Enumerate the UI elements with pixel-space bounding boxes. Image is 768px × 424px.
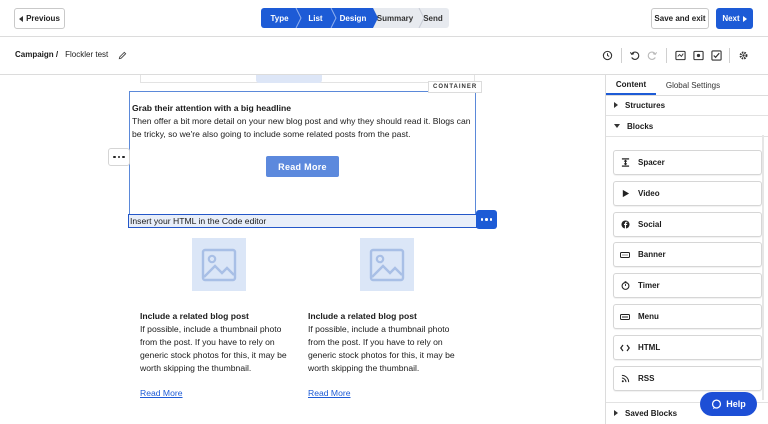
step-summary-label: Summary [376, 13, 414, 23]
block-menu[interactable]: Menu [613, 304, 762, 329]
tab-content[interactable]: Content [606, 75, 656, 95]
step-separator-icon [295, 8, 302, 28]
breadcrumb-root[interactable]: Campaign / [15, 50, 58, 59]
body-text[interactable]: Then offer a bit more detail on your new… [132, 115, 472, 141]
image-placeholder-icon[interactable] [360, 238, 414, 291]
image-placeholder-icon[interactable] [192, 238, 246, 291]
block-label: Banner [638, 250, 666, 259]
previous-button[interactable]: Previous [14, 8, 65, 29]
step-send-label: Send [423, 13, 443, 23]
html-block-options-button[interactable] [476, 210, 497, 229]
tab-global-settings[interactable]: Global Settings [658, 75, 728, 95]
chevron-right-icon [742, 15, 747, 22]
post-title[interactable]: Include a related blog post [140, 311, 249, 321]
help-button[interactable]: Help [700, 392, 757, 416]
spacer-icon [620, 158, 630, 168]
post-read-more-link[interactable]: Read More [308, 388, 351, 398]
menu-icon [620, 312, 630, 322]
dot [485, 218, 488, 221]
editor-toolbar: Campaign / Flockler test [0, 37, 768, 75]
checklist-icon[interactable] [711, 50, 722, 61]
code-icon [620, 343, 630, 353]
block-banner[interactable]: Banner [613, 242, 762, 267]
chat-bubble-icon [712, 398, 722, 409]
step-list[interactable]: List [298, 8, 333, 28]
top-bar: Previous Type List Design Summary Send S… [0, 0, 768, 37]
banner-icon [620, 250, 630, 260]
post-body[interactable]: If possible, include a thumbnail photo f… [308, 323, 468, 375]
dot [117, 155, 121, 159]
rss-icon [620, 374, 630, 384]
block-rss[interactable]: RSS [613, 366, 762, 391]
pencil-icon[interactable] [118, 51, 127, 60]
toolbar-divider [621, 48, 622, 63]
undo-icon[interactable] [629, 50, 640, 61]
saved-blocks-label: Saved Blocks [625, 408, 678, 418]
step-separator-icon [418, 8, 425, 28]
chevron-down-icon [614, 124, 620, 128]
toolbar-divider [666, 48, 667, 63]
dot [113, 155, 116, 159]
block-label: Video [638, 189, 660, 198]
step-design-label: Design [339, 13, 367, 23]
step-type-label: Type [270, 13, 289, 23]
send-preview-icon[interactable] [693, 50, 704, 61]
step-list-label: List [308, 13, 323, 23]
next-label: Next [722, 14, 740, 23]
post-read-more-link[interactable]: Read More [140, 388, 183, 398]
block-label: Spacer [638, 158, 665, 167]
facebook-icon [620, 220, 630, 230]
headline-text[interactable]: Grab their attention with a big headline [132, 103, 291, 113]
container-tag: CONTAINER [428, 81, 483, 93]
blocks-label: Blocks [627, 121, 654, 131]
redo-icon[interactable] [647, 50, 658, 61]
block-label: Menu [638, 312, 659, 321]
history-icon[interactable] [602, 50, 613, 61]
step-summary[interactable]: Summary [373, 8, 417, 28]
chevron-left-icon [19, 15, 24, 22]
next-button[interactable]: Next [716, 8, 753, 29]
html-block[interactable]: Insert your HTML in the Code editor [128, 214, 477, 228]
container-options-button[interactable] [108, 148, 130, 166]
structures-label: Structures [625, 100, 666, 110]
block-label: Social [638, 220, 662, 229]
read-more-button[interactable]: Read More [266, 156, 339, 177]
step-separator-icon [330, 8, 337, 28]
save-and-exit-label: Save and exit [654, 14, 706, 23]
block-html[interactable]: HTML [613, 335, 762, 360]
panel-scrollbar[interactable] [762, 135, 764, 400]
post-body[interactable]: If possible, include a thumbnail photo f… [140, 323, 300, 375]
block-social[interactable]: Social [613, 212, 762, 237]
email-canvas: CONTAINER Grab their attention with a bi… [0, 75, 605, 424]
help-label: Help [726, 399, 746, 409]
step-type[interactable]: Type [261, 8, 298, 28]
chevron-right-icon [614, 410, 618, 416]
block-label: HTML [638, 343, 661, 352]
block-spacer[interactable]: Spacer [613, 150, 762, 175]
settings-icon[interactable] [738, 50, 749, 61]
desktop-preview-icon[interactable] [675, 50, 686, 61]
structures-section[interactable]: Structures [606, 95, 768, 116]
play-icon [620, 189, 630, 199]
section-handle [256, 75, 322, 83]
dot [489, 218, 493, 221]
block-video[interactable]: Video [613, 181, 762, 206]
block-label: Timer [638, 281, 660, 290]
timer-icon [620, 281, 630, 291]
block-timer[interactable]: Timer [613, 273, 762, 298]
breadcrumb: Campaign / Flockler test [15, 50, 108, 59]
chevron-right-icon [614, 102, 618, 108]
campaign-name: Flockler test [65, 50, 109, 59]
toolbar-divider [729, 48, 730, 63]
content-panel: Content Global Settings Structures Block… [605, 75, 768, 424]
step-design[interactable]: Design [333, 8, 378, 28]
previous-label: Previous [26, 14, 60, 23]
dot [122, 155, 125, 159]
step-arrow [373, 8, 378, 28]
dot [480, 218, 484, 221]
post-title[interactable]: Include a related blog post [308, 311, 417, 321]
save-and-exit-button[interactable]: Save and exit [651, 8, 709, 29]
blocks-section[interactable]: Blocks [606, 116, 768, 137]
block-label: RSS [638, 374, 655, 383]
